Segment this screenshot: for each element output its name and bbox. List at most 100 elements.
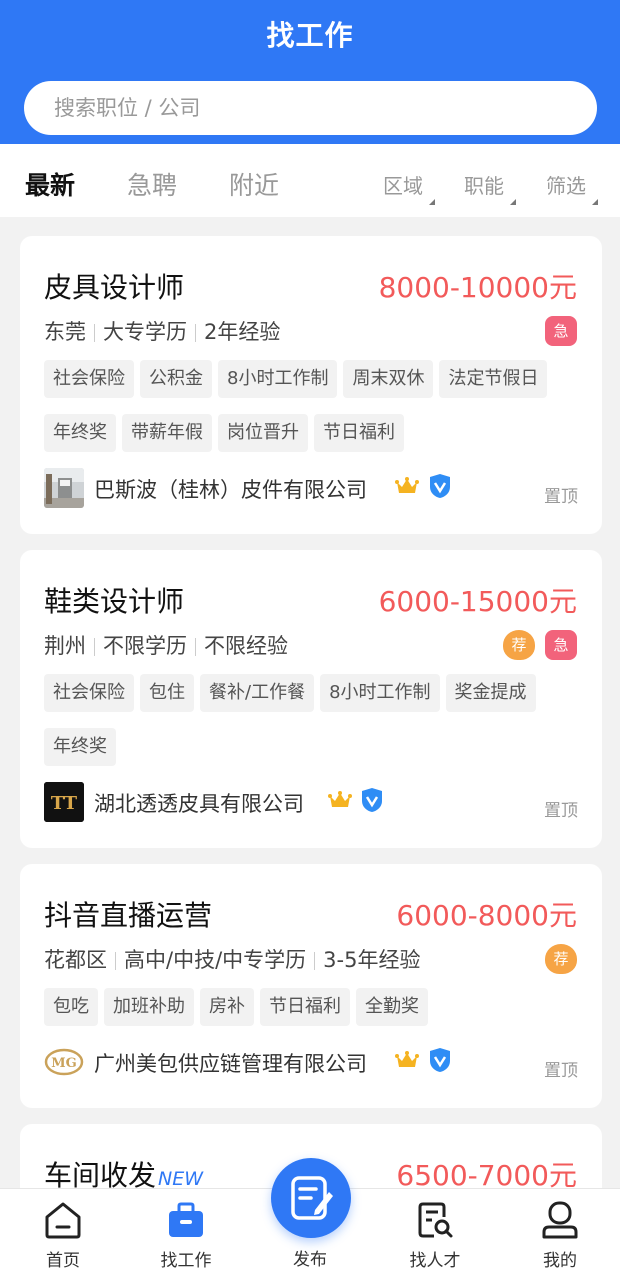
company-logo: MG bbox=[44, 1042, 84, 1082]
divider bbox=[195, 324, 196, 342]
company-row[interactable]: TT 湖北透透皮具有限公司 置顶 bbox=[44, 782, 578, 822]
filter-region-label: 区域 bbox=[383, 174, 423, 198]
urgent-badge: 急 bbox=[545, 630, 577, 660]
tab-label: 我的 bbox=[543, 1251, 577, 1271]
crown-icon bbox=[328, 791, 352, 807]
company-logo-letters: MG bbox=[51, 1056, 77, 1071]
job-location: 东莞 bbox=[44, 320, 86, 344]
search-document-icon bbox=[418, 1202, 453, 1238]
job-tag: 年终奖 bbox=[44, 728, 116, 766]
job-salary: 6000-15000元 bbox=[378, 585, 577, 618]
pinned-label: 置顶 bbox=[544, 487, 578, 507]
verified-icon bbox=[430, 1048, 450, 1072]
divider bbox=[314, 952, 316, 970]
job-title: 皮具设计师 bbox=[44, 271, 185, 304]
job-experience: 不限经验 bbox=[204, 634, 288, 658]
company-name: 广州美包供应链管理有限公司 bbox=[94, 1052, 367, 1076]
job-tag: 带薪年假 bbox=[122, 414, 212, 452]
job-title: 抖音直播运营 bbox=[44, 899, 213, 932]
job-education: 高中/中技/中专学历 bbox=[124, 948, 307, 972]
tab-find-talent[interactable]: 找人才 bbox=[390, 1189, 480, 1284]
job-education: 大专学历 bbox=[103, 320, 187, 344]
filter-bar: 最新 急聘 附近 区域 职能 筛选 bbox=[0, 144, 620, 217]
crown-icon bbox=[395, 477, 419, 493]
tab-label: 找工作 bbox=[160, 1251, 212, 1271]
pinned-label: 置顶 bbox=[544, 801, 578, 821]
job-tag: 全勤奖 bbox=[356, 988, 428, 1026]
job-tag: 8小时工作制 bbox=[218, 360, 338, 398]
dropdown-triangle-icon bbox=[592, 199, 598, 205]
job-experience: 3-5年经验 bbox=[323, 948, 421, 972]
job-tag: 加班补助 bbox=[104, 988, 194, 1026]
search-bar[interactable] bbox=[24, 81, 597, 135]
divider bbox=[94, 638, 95, 656]
tab-mine[interactable]: 我的 bbox=[515, 1189, 605, 1284]
user-icon bbox=[542, 1201, 578, 1239]
pinned-label: 置顶 bbox=[544, 1061, 578, 1081]
company-logo: TT bbox=[44, 782, 84, 822]
filter-more[interactable]: 筛选 bbox=[546, 170, 598, 205]
crown-icon bbox=[395, 1051, 419, 1067]
job-requirements: 东莞 大专学历 2年经验 bbox=[44, 316, 280, 346]
tab-urgent[interactable]: 急聘 bbox=[127, 166, 177, 202]
filter-more-label: 筛选 bbox=[546, 174, 586, 198]
job-tags: 包吃 加班补助 房补 节日福利 全勤奖 bbox=[44, 988, 582, 1042]
job-education: 不限学历 bbox=[103, 634, 187, 658]
company-row[interactable]: 巴斯波（桂林）皮件有限公司 置顶 bbox=[44, 468, 578, 508]
header: 找工作 bbox=[0, 0, 620, 144]
divider bbox=[195, 638, 196, 656]
job-tags: 社会保险 公积金 8小时工作制 周末双休 法定节假日年终奖 带薪年假 岗位晋升 节日福利 bbox=[44, 360, 582, 468]
job-tag: 包吃 bbox=[44, 988, 98, 1026]
recommend-badge: 荐 bbox=[545, 944, 577, 974]
search-input[interactable] bbox=[54, 81, 554, 135]
job-tag: 公积金 bbox=[140, 360, 212, 398]
job-card[interactable]: 抖音直播运营 6000-8000元 花都区 高中/中技/中专学历 3-5年经验 荐 … bbox=[20, 864, 602, 1108]
dropdown-triangle-icon bbox=[429, 199, 435, 205]
job-tag: 法定节假日 bbox=[439, 360, 548, 398]
company-logo-letters: TT bbox=[51, 793, 78, 814]
job-tag: 社会保险 bbox=[44, 674, 134, 712]
job-card[interactable]: 鞋类设计师 6000-15000元 荆州 不限学历 不限经验 荐 急 社会保险 包住餐… bbox=[20, 550, 602, 848]
page-title: 找工作 bbox=[266, 19, 354, 52]
job-salary: 8000-10000元 bbox=[378, 271, 577, 304]
job-tag: 房补 bbox=[200, 988, 254, 1026]
tab-find-job[interactable]: 找工作 bbox=[141, 1189, 231, 1284]
job-tag: 餐补/工作餐 bbox=[200, 674, 315, 712]
tab-home[interactable]: 首页 bbox=[18, 1189, 108, 1284]
company-name: 巴斯波（桂林）皮件有限公司 bbox=[94, 478, 367, 502]
job-tag: 8小时工作制 bbox=[320, 674, 440, 712]
job-card[interactable]: 皮具设计师 8000-10000元 东莞 大专学历 2年经验 急 社会保险 公积金 8小… bbox=[20, 236, 602, 534]
job-tag: 节日福利 bbox=[314, 414, 404, 452]
job-tag: 周末双休 bbox=[343, 360, 434, 398]
tab-latest[interactable]: 最新 bbox=[25, 166, 75, 202]
company-name: 湖北透透皮具有限公司 bbox=[94, 792, 304, 816]
verified-icon bbox=[430, 474, 450, 498]
tab-label: 找人才 bbox=[409, 1251, 461, 1271]
tab-nearby[interactable]: 附近 bbox=[229, 166, 279, 202]
filter-region[interactable]: 区域 bbox=[383, 170, 435, 205]
briefcase-icon bbox=[169, 1202, 203, 1237]
divider bbox=[94, 324, 95, 342]
job-tag: 社会保险 bbox=[44, 360, 134, 398]
verified-icon bbox=[362, 788, 382, 812]
job-tag: 年终奖 bbox=[44, 414, 116, 452]
company-row[interactable]: MG 广州美包供应链管理有限公司 置顶 bbox=[44, 1042, 578, 1082]
edit-note-icon bbox=[291, 1176, 333, 1220]
publish-button[interactable] bbox=[271, 1158, 351, 1238]
home-icon bbox=[45, 1202, 81, 1239]
job-experience: 2年经验 bbox=[204, 320, 281, 344]
tab-label: 发布 bbox=[293, 1250, 327, 1270]
job-location: 花都区 bbox=[44, 948, 107, 972]
job-salary: 6000-8000元 bbox=[396, 899, 577, 932]
job-tag: 奖金提成 bbox=[445, 674, 536, 712]
dropdown-triangle-icon bbox=[510, 199, 516, 205]
job-title: 鞋类设计师 bbox=[44, 585, 185, 618]
job-location: 荆州 bbox=[44, 634, 86, 658]
job-requirements: 花都区 高中/中技/中专学历 3-5年经验 bbox=[44, 944, 420, 974]
new-label: NEW bbox=[158, 1168, 204, 1190]
job-tag: 包住 bbox=[140, 674, 194, 712]
filter-function-label: 职能 bbox=[464, 174, 504, 198]
job-tags: 社会保险 包住 餐补/工作餐 8小时工作制 奖金提成年终奖 bbox=[44, 674, 582, 782]
filter-function[interactable]: 职能 bbox=[464, 170, 516, 205]
recommend-badge: 荐 bbox=[503, 630, 535, 660]
